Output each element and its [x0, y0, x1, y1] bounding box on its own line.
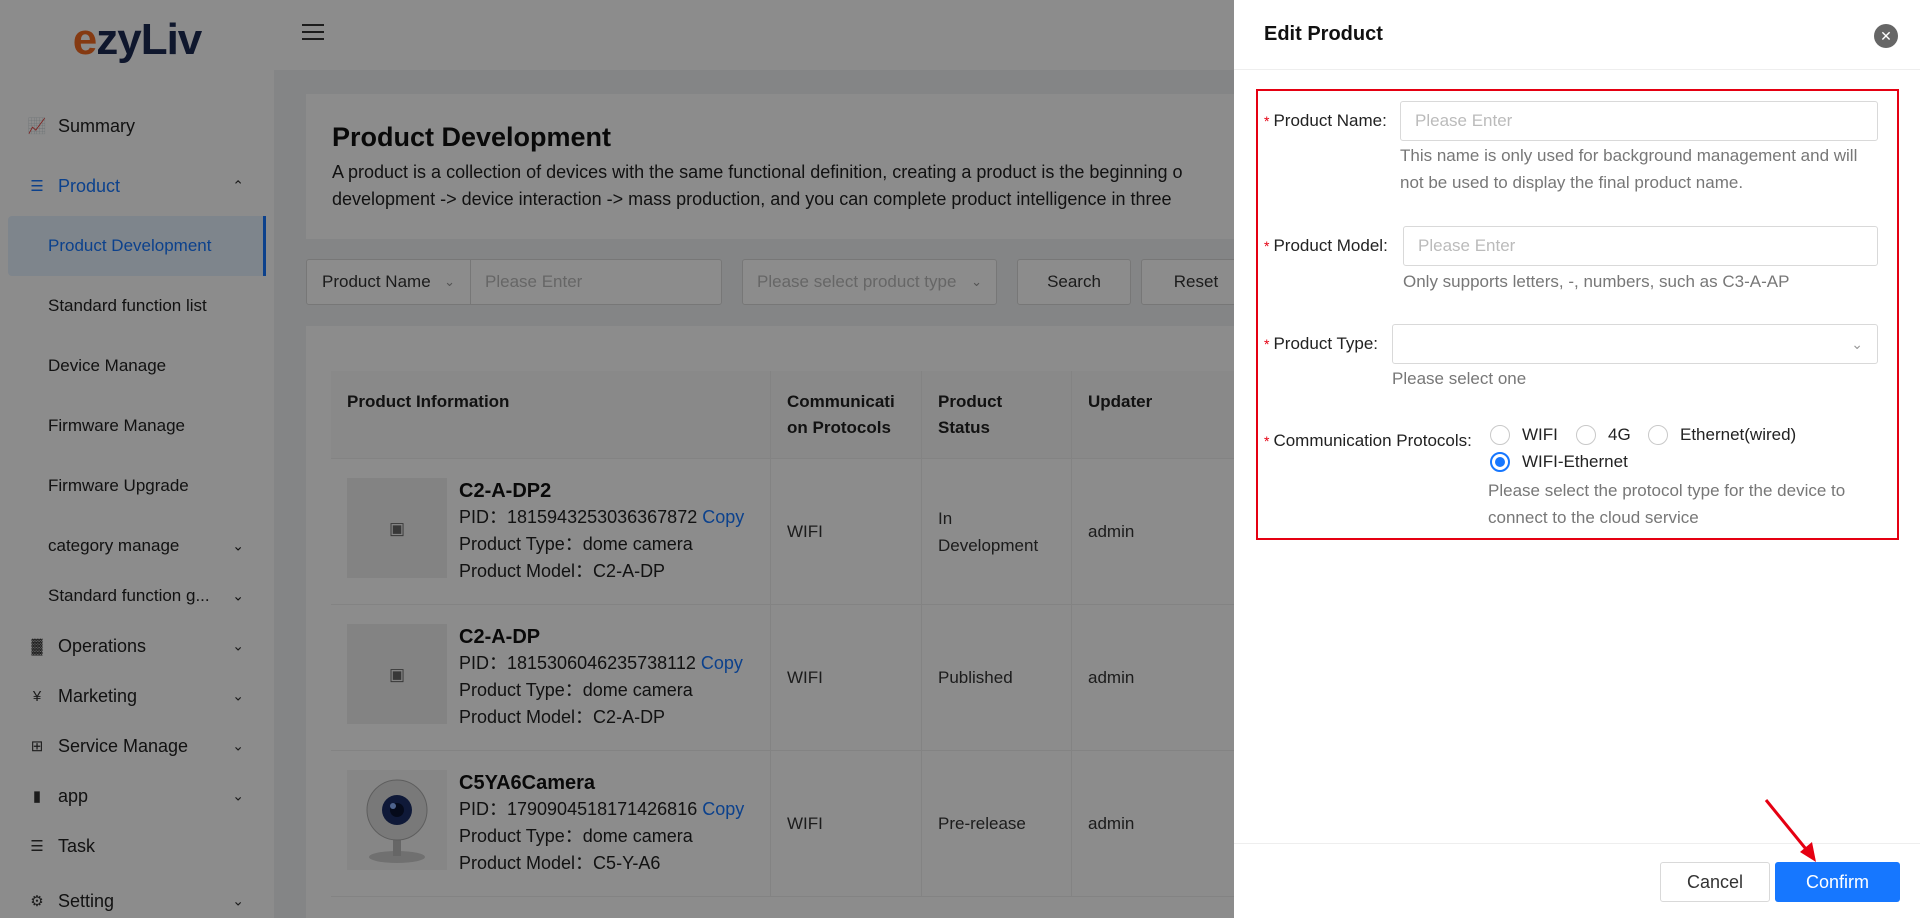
product-name-input[interactable]: Please Enter [1400, 101, 1878, 141]
communication-protocols-help: Please select the protocol type for the … [1488, 481, 1846, 527]
confirm-button[interactable]: Confirm [1775, 862, 1900, 902]
product-type-label: * Product Type: [1264, 334, 1379, 353]
close-icon[interactable]: ✕ [1874, 24, 1898, 48]
product-type-select[interactable]: ⌄ [1392, 324, 1878, 364]
product-model-input[interactable]: Please Enter [1403, 226, 1878, 266]
cancel-button[interactable]: Cancel [1660, 862, 1770, 902]
radio-wifi[interactable]: WIFI [1490, 425, 1558, 445]
drawer-title: Edit Product [1234, 0, 1920, 70]
chevron-down-icon: ⌄ [1851, 335, 1863, 352]
product-name-label: * Product Name: [1264, 111, 1387, 130]
radio-4g[interactable]: 4G [1576, 425, 1631, 445]
communication-protocols-label: * Communication Protocols: [1264, 431, 1472, 450]
edit-product-drawer: Edit Product ✕ * Product Name: Please Ent… [1234, 0, 1920, 918]
product-model-label: * Product Model: [1264, 236, 1388, 255]
annotation-arrow-icon [1764, 799, 1816, 862]
product-name-help: This name is only used for background ma… [1400, 146, 1858, 192]
radio-ethernet-wired[interactable]: Ethernet(wired) [1648, 425, 1796, 445]
product-model-help: Only supports letters, -, numbers, such … [1403, 272, 1790, 291]
product-type-help: Please select one [1392, 369, 1527, 388]
radio-wifi-ethernet[interactable]: WIFI-Ethernet [1490, 452, 1628, 472]
highlighted-form-region: * Product Name: Please Enter This name is… [1256, 89, 1899, 540]
